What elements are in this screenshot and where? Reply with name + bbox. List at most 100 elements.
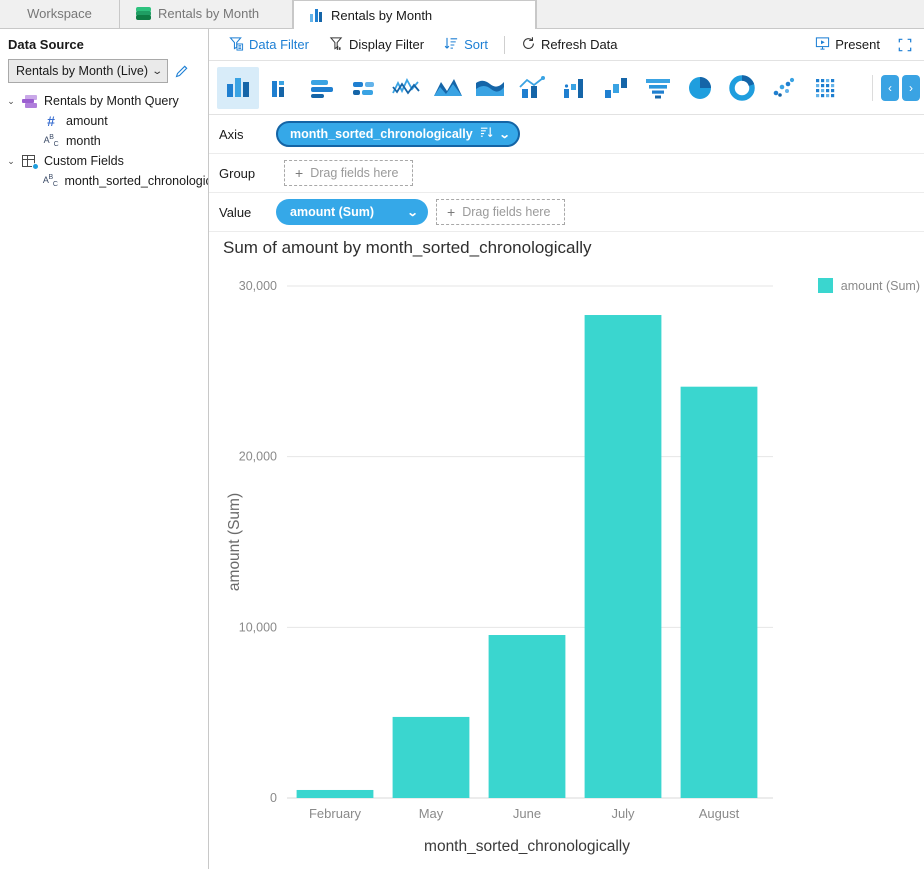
shelf-axis-label: Axis [219,126,244,142]
present-button[interactable]: Present [805,32,890,58]
shelf-group-label: Group [219,165,256,181]
tab-rentals-by-month-chart-label: Rentals by Month [331,7,433,23]
chart-type-combo-chart-icon[interactable] [511,67,553,109]
chart-type-heatmap-chart-icon[interactable] [805,67,847,109]
chart-type-prev-button[interactable]: ‹ [881,74,899,101]
chevron-down-icon[interactable]: ⌄ [498,128,510,141]
tree-node-label: Rentals by Month Query [44,94,179,108]
refresh-data-button[interactable]: Refresh Data [511,32,628,58]
svg-text:10,000: 10,000 [239,620,277,634]
tab-workspace[interactable]: Workspace [0,0,120,28]
chart-editor: Data Filter Display Filter Sort Refresh … [209,29,924,869]
tab-bar: Workspace Rentals by Month Rentals by Mo… [0,0,924,29]
tab-rentals-by-month-dataset[interactable]: Rentals by Month [120,0,293,28]
sort-descending-icon[interactable] [480,126,493,142]
shelf-value: Value amount (Sum) ⌄ + Drag fields here [209,193,924,232]
chart-type-pie-chart-icon[interactable] [679,67,721,109]
toolbar-divider [503,35,505,54]
shelf-group: Group + Drag fields here [209,154,924,193]
chart-type-area-chart-icon[interactable] [427,67,469,109]
chart-type-area-chart-smooth-icon[interactable] [469,67,511,109]
tree-node-month-sorted-chronologically[interactable]: ABC month_sorted_chronologica [0,171,208,191]
sort-label: Sort [464,37,488,52]
toolbar-right-group: Present [805,32,916,58]
display-filter-label: Display Filter [348,37,425,52]
sidebar-title: Data Source [8,37,84,52]
svg-text:July: July [611,806,635,821]
chevron-down-icon[interactable]: ⌄ [406,206,418,219]
main-split: Data Source Rentals by Month (Live) ⌄ ⌄ … [0,29,924,869]
pencil-icon[interactable] [174,63,190,79]
svg-text:June: June [513,806,541,821]
pill-label: month_sorted_chronologically [290,127,473,141]
bar-chart-icon [310,8,324,22]
data-source-select-value: Rentals by Month (Live) [16,64,149,78]
chart-type-combo-line-column-icon[interactable] [553,67,595,109]
present-icon [815,36,830,54]
data-filter-button[interactable]: Data Filter [219,32,319,58]
chart-type-column-chart-icon[interactable] [217,66,259,109]
shelf-axis: Axis month_sorted_chronologically ⌄ [209,115,924,154]
custom-fields-icon [18,154,40,170]
tree-node-amount[interactable]: # amount [0,111,208,131]
svg-text:amount (Sum): amount (Sum) [226,493,243,591]
green-stack-icon [136,6,151,21]
data-source-sidebar: Data Source Rentals by Month (Live) ⌄ ⌄ … [0,29,209,869]
fullscreen-icon[interactable] [894,34,916,56]
chart-type-donut-chart-icon[interactable] [721,67,763,109]
data-source-select[interactable]: Rentals by Month (Live) ⌄ [8,59,168,83]
shelf-value-label: Value [219,204,252,220]
present-label: Present [835,37,880,52]
chart-canvas: Sum of amount by month_sorted_chronologi… [209,232,924,869]
svg-text:February: February [309,806,362,821]
display-filter-button[interactable]: Display Filter [319,32,434,58]
chart-type-funnel-chart-icon[interactable] [637,67,679,109]
query-icon [18,94,40,108]
chart-plot: 0 10,000 20,000 30,000 February May June July Au… [226,279,773,855]
tree-node-custom-fields[interactable]: ⌄ Custom Fields [0,151,208,171]
display-filter-icon [329,36,344,54]
svg-text:May: May [419,806,444,821]
chevron-down-icon[interactable]: ⌄ [4,156,18,167]
chart-type-bar-chart-stacked-icon[interactable] [343,67,385,109]
plus-icon: + [295,165,304,181]
tree-node-label: month [66,134,101,148]
refresh-icon [521,36,536,54]
svg-text:0: 0 [270,791,277,805]
group-dropzone[interactable]: + Drag fields here [284,160,414,186]
tree-node-rentals-by-month-query[interactable]: ⌄ Rentals by Month Query [0,91,208,111]
sort-button[interactable]: Sort [434,32,498,58]
svg-text:month_sorted_chronologically: month_sorted_chronologically [424,838,630,855]
group-dropzone-label: Drag fields here [310,166,399,180]
tab-rentals-by-month-dataset-label: Rentals by Month [158,6,260,21]
pill-amount-sum[interactable]: amount (Sum) ⌄ [276,199,428,225]
field-tree: ⌄ Rentals by Month Query # amount ABC mo… [0,91,208,191]
tab-bar-spacer [536,0,924,28]
text-field-icon: ABC [43,134,59,148]
tab-workspace-label: Workspace [27,6,92,21]
tree-node-label: Custom Fields [44,154,124,168]
data-filter-label: Data Filter [249,37,309,52]
tree-node-month[interactable]: ABC month [0,131,208,151]
svg-text:August: August [699,806,740,821]
chart-type-scatter-chart-icon[interactable] [763,67,805,109]
chart-type-next-button[interactable]: › [902,74,920,101]
data-source-row: Rentals by Month (Live) ⌄ [0,59,208,83]
number-field-icon: # [47,113,55,129]
chart-type-line-chart-icon[interactable] [385,67,427,109]
value-dropzone[interactable]: + Drag fields here [436,199,566,225]
tree-node-label: amount [66,114,108,128]
text-field-icon: ABC [42,174,58,188]
chart-type-column-chart-grouped-icon[interactable] [259,67,301,109]
chart-type-nav: ‹ › [872,74,924,101]
plus-icon: + [447,204,456,220]
svg-text:30,000: 30,000 [239,279,277,293]
application-window: Workspace Rentals by Month Rentals by Mo… [0,0,924,869]
chart-type-bar-chart-icon[interactable] [301,67,343,109]
chart-type-waterfall-chart-icon[interactable] [595,67,637,109]
chevron-down-icon[interactable]: ⌄ [4,96,18,107]
svg-text:20,000: 20,000 [239,450,277,464]
tab-rentals-by-month-chart[interactable]: Rentals by Month [293,0,536,29]
pill-month-sorted-chronologically[interactable]: month_sorted_chronologically ⌄ [276,121,520,147]
data-filter-icon [229,36,244,54]
